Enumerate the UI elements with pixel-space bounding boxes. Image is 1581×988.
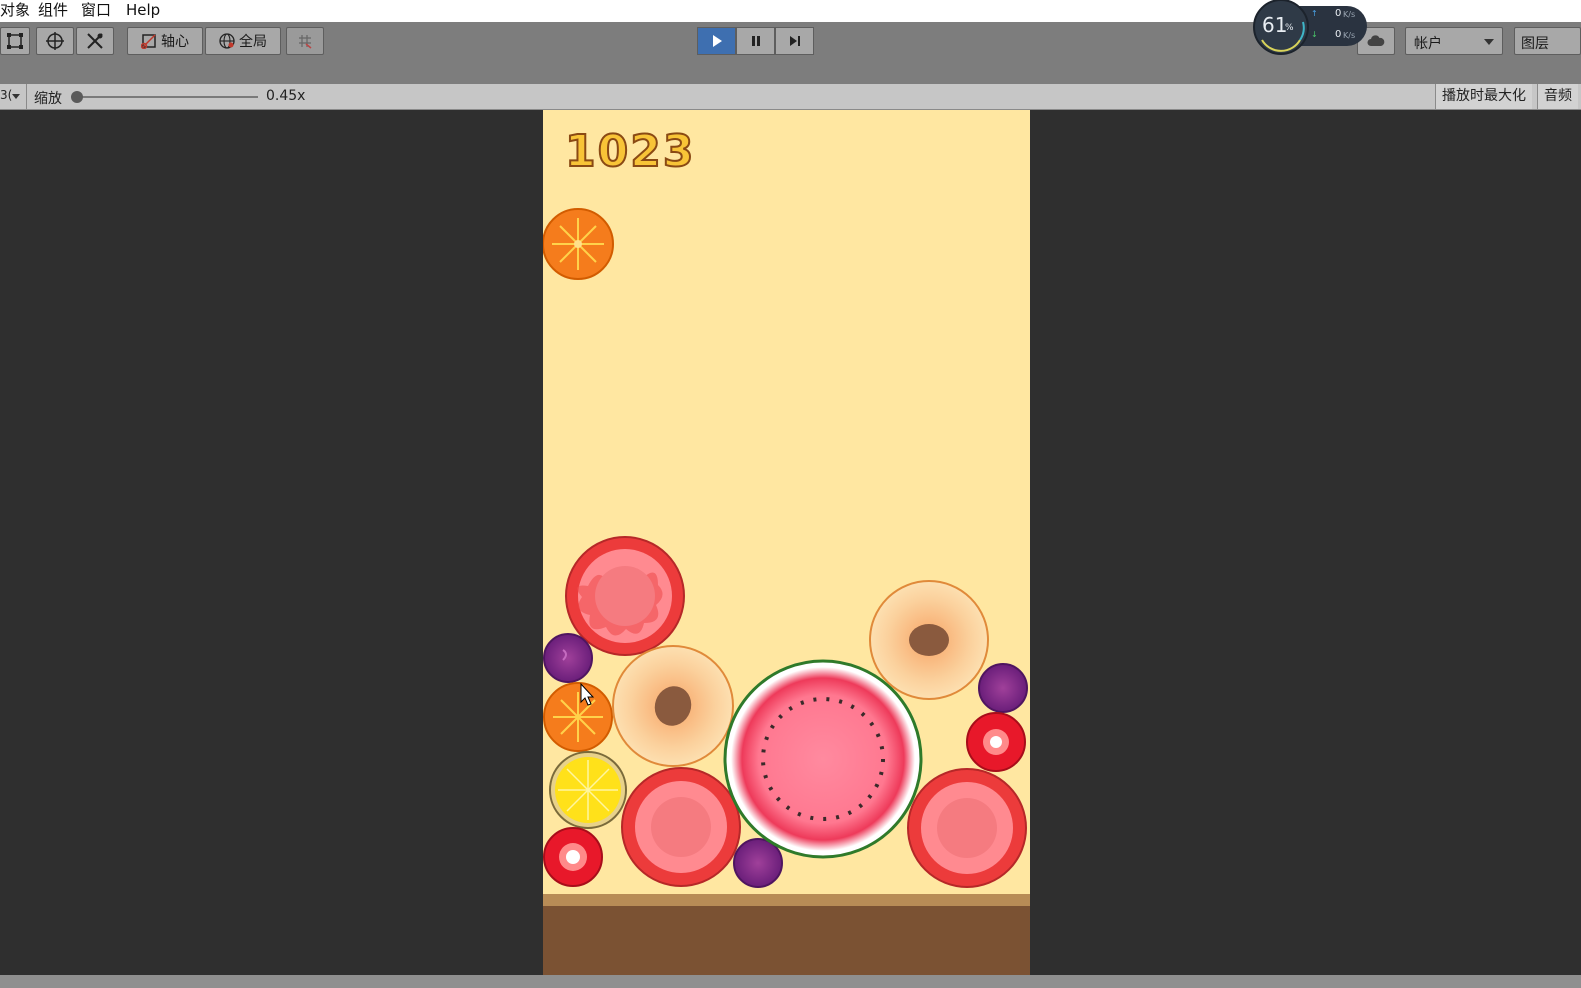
pivot-icon [141, 34, 156, 49]
status-bar [0, 975, 1581, 988]
pivot-label: 轴心 [161, 34, 189, 50]
upload-value: 0 [1335, 8, 1342, 19]
fruit-watermelon [723, 659, 923, 859]
pivot-toggle-button[interactable]: 轴心 [127, 27, 203, 55]
account-label: 帐户 [1414, 36, 1442, 52]
net-speed-widget[interactable]: 61 % ↑ 0 K/s ↓ 0 K/s [1253, 0, 1373, 62]
rect-tool-icon [7, 33, 23, 49]
fruit-tomato-3 [907, 768, 1027, 888]
pause-button[interactable] [736, 27, 775, 55]
cpu-percent: 61 [1262, 13, 1288, 37]
fruit-layer [543, 208, 1028, 888]
globe-icon [219, 33, 235, 49]
fruit-peach-2 [869, 580, 989, 700]
pause-icon [751, 36, 760, 46]
play-button[interactable] [697, 27, 736, 55]
global-label: 全局 [239, 34, 267, 50]
fruit-tomato-2 [621, 767, 741, 887]
chevron-down-icon [1484, 39, 1494, 45]
upload-arrow-icon: ↑ [1311, 9, 1318, 18]
account-dropdown[interactable]: 帐户 [1405, 27, 1503, 55]
fruit-grape-1 [543, 633, 593, 683]
fruit-peach-1 [612, 645, 734, 767]
playback-controls [697, 27, 814, 55]
rect-tool-button[interactable] [0, 27, 30, 55]
aspect-dropdown[interactable]: 3( [0, 88, 12, 102]
scale-slider-track[interactable] [78, 96, 258, 98]
scale-value: 0.45x [266, 88, 306, 104]
fruit-grape-2 [733, 838, 783, 888]
scale-slider-thumb[interactable] [71, 91, 83, 103]
transform-tool-icon [46, 32, 64, 50]
transform-tool-button[interactable] [36, 27, 74, 55]
tools-icon [87, 33, 103, 49]
fruit-strawberry-2 [966, 712, 1026, 772]
menu-item-help[interactable]: Help [126, 0, 160, 20]
scale-label: 缩放 [34, 91, 62, 107]
layers-label: 图层 [1521, 36, 1549, 52]
download-unit: K/s [1343, 31, 1356, 40]
step-icon [789, 36, 800, 46]
cpu-unit: % [1285, 23, 1294, 33]
aspect-chevron-icon [12, 94, 20, 99]
fruit-orange-falling [543, 208, 614, 280]
play-icon [712, 35, 722, 47]
menu-item-window[interactable]: 窗口 [81, 0, 111, 20]
audio-button[interactable]: 音频 [1537, 84, 1578, 109]
menu-item-component[interactable]: 组件 [38, 0, 68, 20]
ground [543, 906, 1030, 975]
grid-snap-icon [299, 35, 312, 49]
fruit-strawberry-1 [543, 827, 603, 887]
fruit-tomato-1 [565, 536, 685, 656]
upload-unit: K/s [1343, 10, 1356, 19]
menu-item-object[interactable]: 对象 [0, 0, 30, 20]
download-value: 0 [1335, 29, 1342, 40]
fruit-orange-2 [543, 682, 613, 752]
snap-grid-button[interactable] [286, 27, 324, 55]
fruit-grape-3 [978, 663, 1028, 713]
ground-edge [543, 894, 1030, 906]
step-button[interactable] [775, 27, 814, 55]
game-view-bar: 3( 缩放 0.45x 播放时最大化 音频 [0, 84, 1581, 110]
fruit-lemon [549, 751, 627, 829]
game-view[interactable]: 1023 [543, 110, 1030, 975]
custom-tool-button[interactable] [76, 27, 114, 55]
maximize-on-play-button[interactable]: 播放时最大化 [1435, 84, 1532, 109]
layers-dropdown[interactable]: 图层 [1514, 27, 1581, 55]
download-arrow-icon: ↓ [1311, 30, 1318, 39]
tab-strip [0, 60, 1581, 84]
global-toggle-button[interactable]: 全局 [205, 27, 281, 55]
